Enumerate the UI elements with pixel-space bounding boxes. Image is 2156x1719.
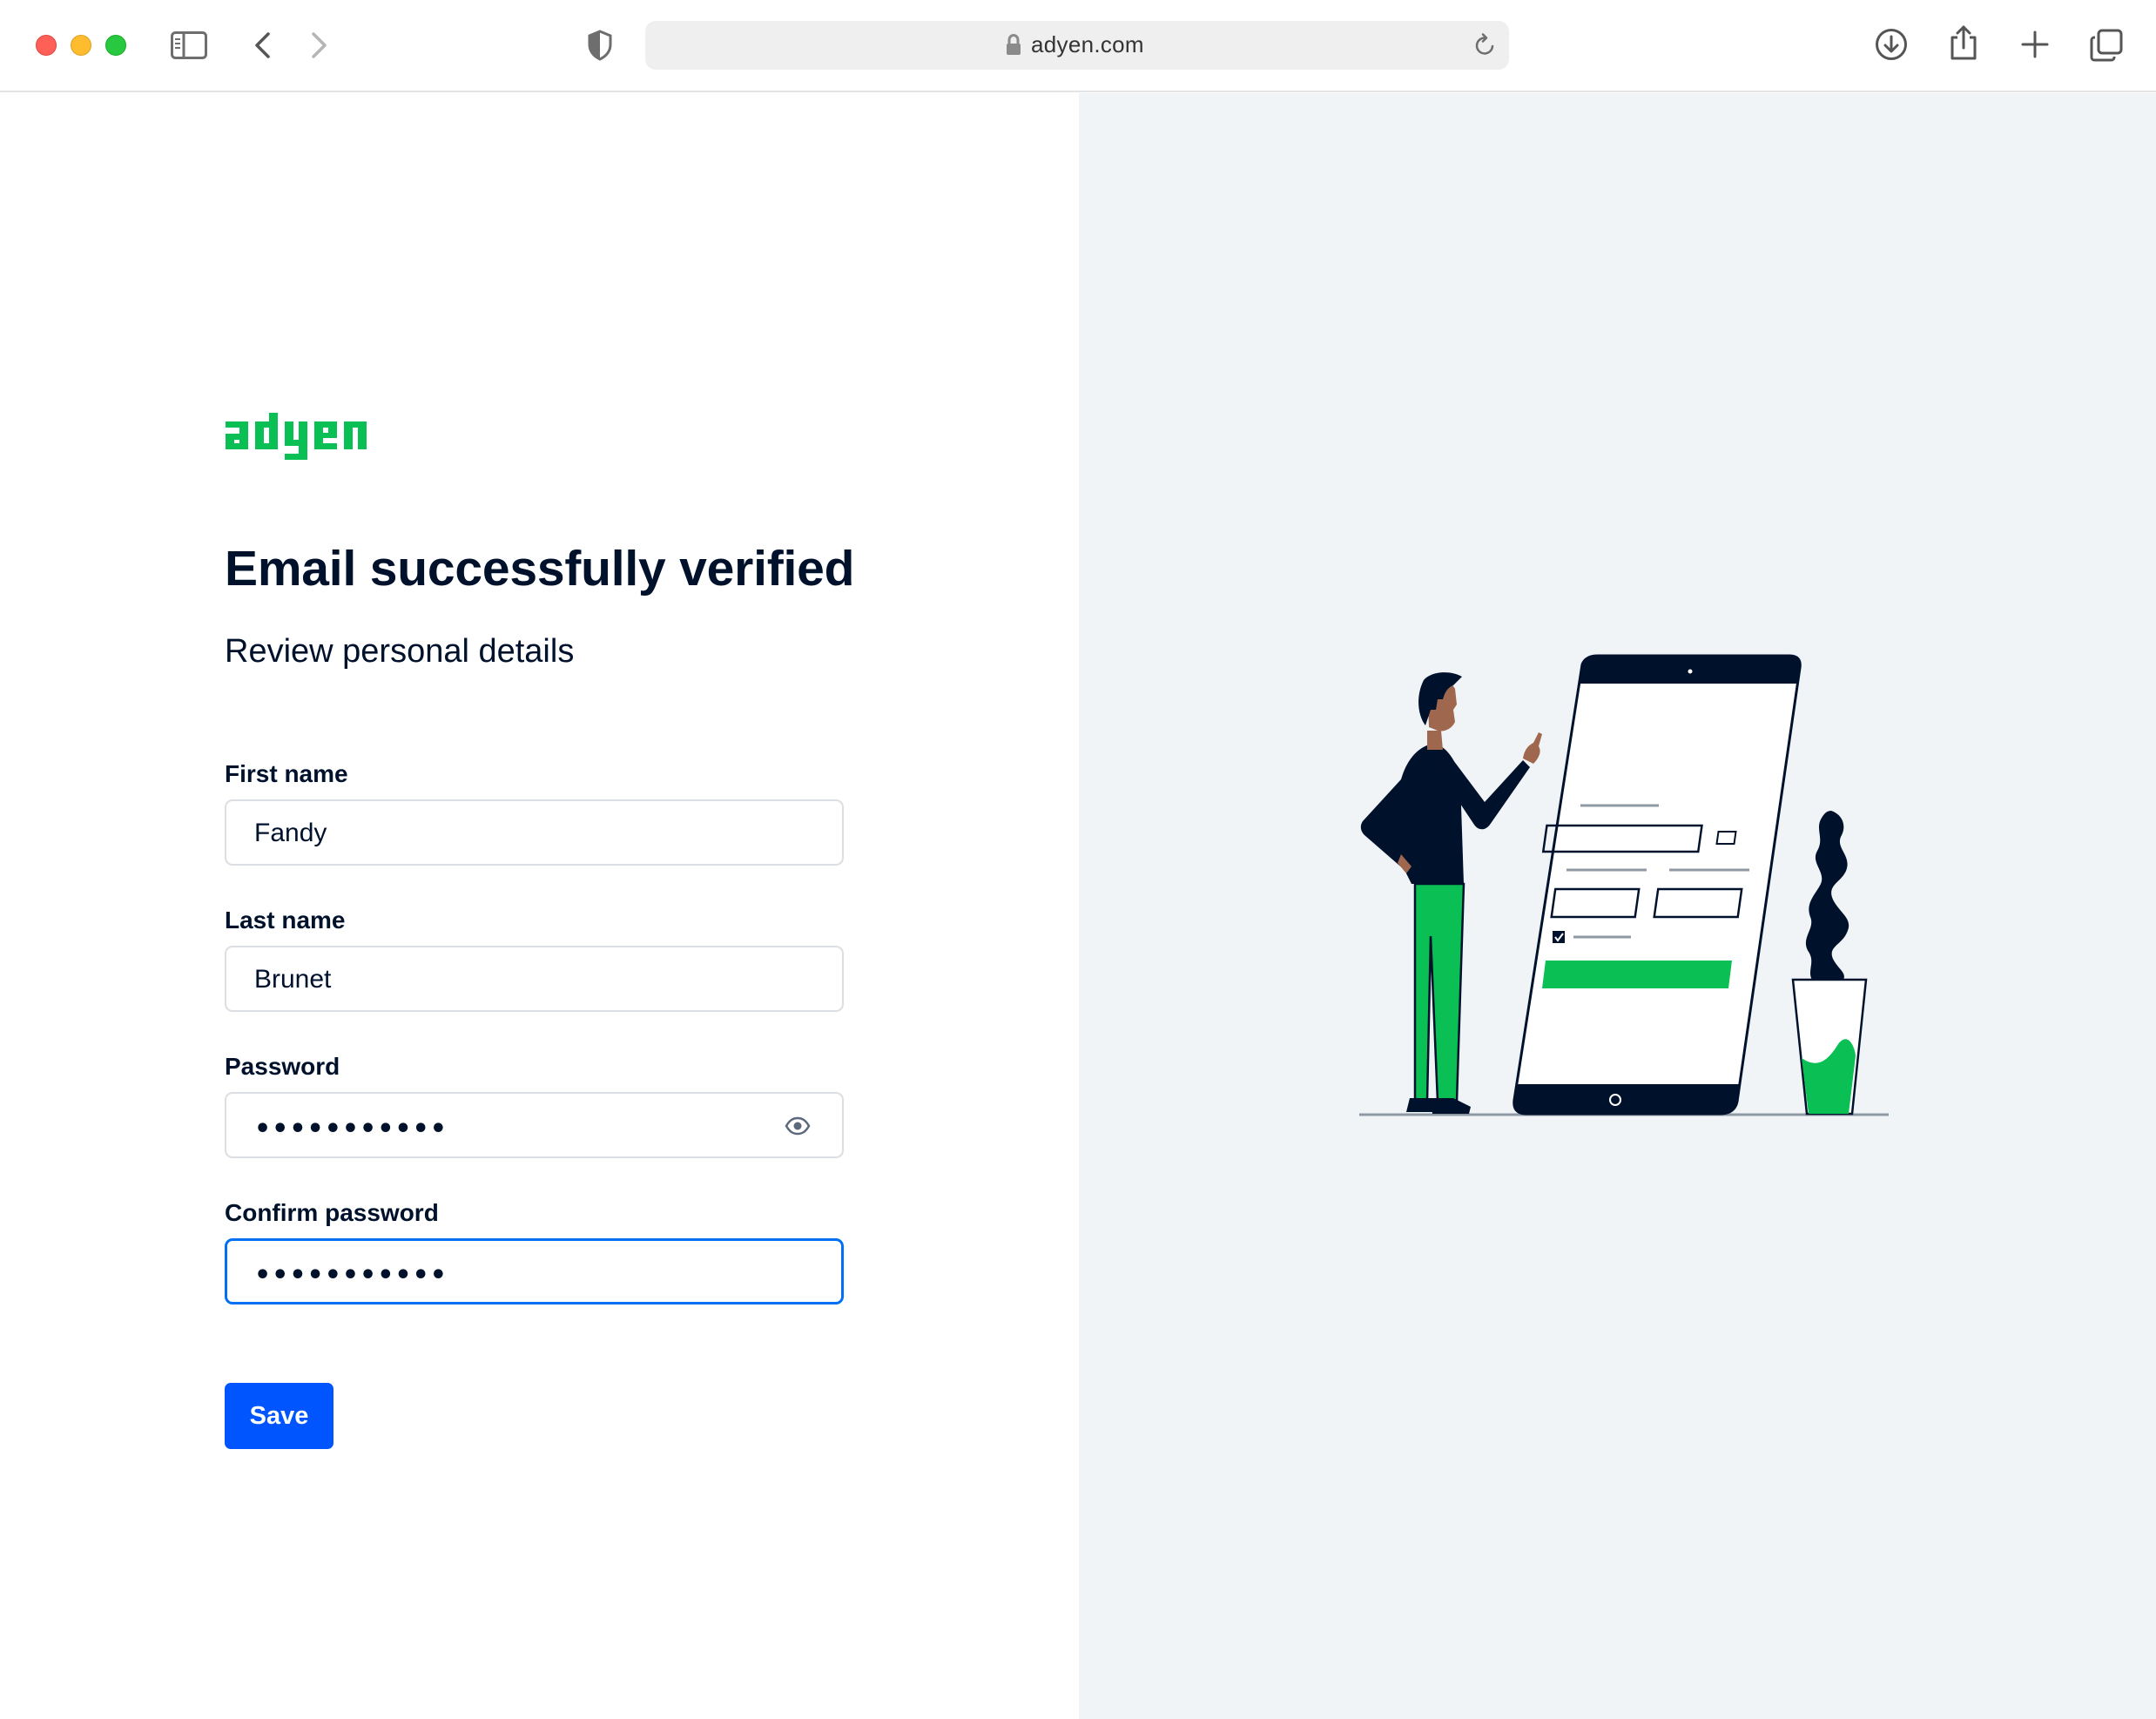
- zoom-window-button[interactable]: [105, 35, 126, 56]
- password-field[interactable]: •••••••••••: [225, 1092, 844, 1158]
- confirm-password-field[interactable]: •••••••••••: [225, 1238, 844, 1304]
- password-label: Password: [225, 1053, 340, 1080]
- show-password-eye-icon[interactable]: [785, 1115, 811, 1142]
- page-subtitle: Review personal details: [225, 633, 575, 670]
- back-icon[interactable]: [253, 31, 272, 59]
- forward-icon[interactable]: [310, 31, 329, 59]
- confirm-password-masked-value: •••••••••••: [254, 1260, 448, 1291]
- last-name-value: Brunet: [254, 965, 332, 994]
- new-tab-icon[interactable]: [2020, 30, 2050, 59]
- browser-toolbar: adyen.com: [0, 0, 2156, 92]
- download-icon[interactable]: [1875, 28, 1908, 61]
- first-name-label: First name: [225, 760, 348, 787]
- save-button[interactable]: Save: [225, 1383, 334, 1449]
- page-title: Email successfully verified: [225, 541, 855, 597]
- address-bar[interactable]: adyen.com: [645, 21, 1509, 70]
- sidebar-icon[interactable]: [171, 31, 207, 59]
- password-masked-value: •••••••••••: [254, 1114, 448, 1144]
- last-name-label: Last name: [225, 907, 346, 934]
- share-icon[interactable]: [1949, 24, 1978, 61]
- adyen-logo: [224, 409, 377, 468]
- first-name-value: Fandy: [254, 819, 327, 847]
- reload-icon[interactable]: [1474, 33, 1497, 62]
- lock-icon: [1006, 33, 1021, 61]
- first-name-field[interactable]: Fandy: [225, 799, 844, 866]
- minimize-window-button[interactable]: [71, 35, 91, 56]
- person-with-phone-illustration: [1354, 649, 1894, 1123]
- form-pane: [0, 93, 1079, 1719]
- url-text: adyen.com: [1031, 31, 1144, 57]
- confirm-password-label: Confirm password: [225, 1199, 439, 1226]
- last-name-field[interactable]: Brunet: [225, 946, 844, 1012]
- close-window-button[interactable]: [36, 35, 57, 56]
- tab-overview-icon[interactable]: [2090, 29, 2123, 62]
- shield-icon[interactable]: [587, 30, 613, 61]
